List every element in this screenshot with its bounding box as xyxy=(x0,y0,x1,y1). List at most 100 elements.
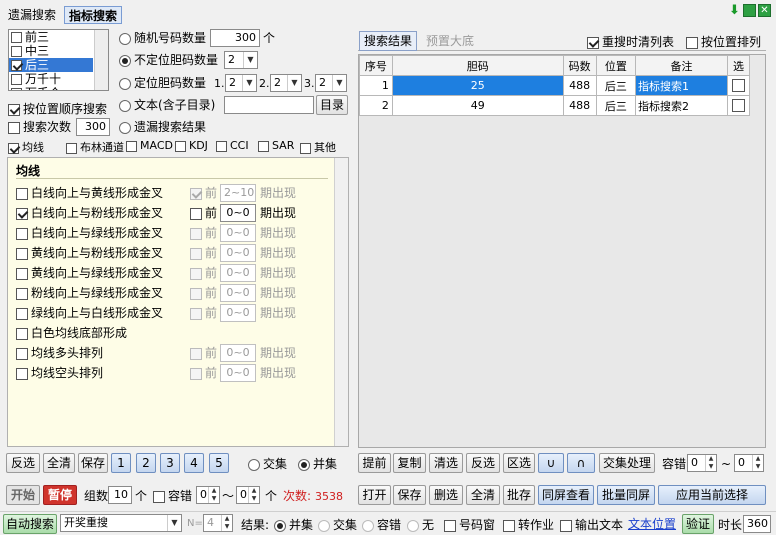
period-range-input[interactable]: 0~0 xyxy=(220,364,256,382)
period-range-input[interactable]: 0~0 xyxy=(220,204,256,222)
result-action-button[interactable]: ∩ xyxy=(567,453,595,473)
close-icon[interactable]: ✕ xyxy=(758,4,771,17)
checkbox-icon[interactable] xyxy=(66,142,77,154)
column-header[interactable]: 序号 xyxy=(359,55,393,76)
result-mode-radio[interactable]: 无 xyxy=(407,517,434,533)
tolerance-from-stepper[interactable]: 0 ▲ ▼ xyxy=(196,486,220,504)
radio-icon[interactable] xyxy=(274,519,286,532)
left-action-button[interactable]: 全清 xyxy=(43,453,75,473)
result-action-button[interactable]: 清选 xyxy=(429,453,463,473)
ma-condition-row[interactable]: 绿线向上与白线形成金叉 xyxy=(16,304,163,322)
union-radio[interactable]: 并集 xyxy=(298,456,337,472)
result-action-button[interactable]: 区选 xyxy=(503,453,535,473)
position-list-item[interactable]: 万千十 xyxy=(9,72,93,86)
before-checkbox[interactable]: 前 xyxy=(190,245,217,261)
pause-button[interactable]: 暂停 xyxy=(43,485,77,505)
result-action-button[interactable]: 全清 xyxy=(466,485,500,505)
ma-condition-row[interactable]: 白色均线底部形成 xyxy=(16,324,127,342)
list-scrollbar[interactable] xyxy=(94,30,108,90)
result-mode-radio[interactable]: 并集 xyxy=(274,517,313,533)
left-action-button[interactable]: 反选 xyxy=(6,453,40,473)
result-action-button[interactable]: 交集处理 xyxy=(599,453,655,473)
before-checkbox[interactable]: 前 xyxy=(190,225,217,241)
result-mode-radio[interactable]: 容错 xyxy=(362,517,401,533)
before-checkbox[interactable]: 前 xyxy=(190,205,217,221)
column-header[interactable]: 胆码 xyxy=(391,55,564,76)
checkbox-icon[interactable] xyxy=(16,207,28,220)
checkbox-icon[interactable] xyxy=(11,74,22,85)
fixed-count-select[interactable]: 2 ▼ xyxy=(270,74,302,92)
n-stepper[interactable]: 4 ▲ ▼ xyxy=(203,514,233,532)
search-times-checkbox[interactable]: 搜索次数 xyxy=(8,119,71,135)
indicator-tab[interactable]: 布林通道 xyxy=(66,139,124,155)
result-action-button[interactable]: 保存 xyxy=(393,485,426,505)
tolerance-to-stepper[interactable]: 0 ▲ ▼ xyxy=(236,486,260,504)
option-fixed-count[interactable]: 定位胆码数量 xyxy=(119,75,206,91)
right-tolerance-to[interactable]: 0 ▲ ▼ xyxy=(734,454,764,472)
ma-condition-row[interactable]: 白线向上与黄线形成金叉 xyxy=(16,184,163,202)
before-checkbox[interactable]: 前 xyxy=(190,185,217,201)
period-range-input[interactable]: 0~0 xyxy=(220,264,256,282)
checkbox-icon[interactable] xyxy=(175,140,186,152)
table-row[interactable]: 1 25 488 后三 指标搜索1 xyxy=(359,75,750,96)
intersection-radio[interactable]: 交集 xyxy=(248,456,287,472)
checkbox-icon[interactable] xyxy=(190,347,202,360)
ma-condition-row[interactable]: 黄线向上与绿线形成金叉 xyxy=(16,264,163,282)
tab-missing-search[interactable]: 遗漏搜索 xyxy=(4,6,60,24)
checkbox-icon[interactable] xyxy=(16,347,28,360)
period-range-input[interactable]: 0~0 xyxy=(220,344,256,362)
preset-3-button[interactable]: 3 xyxy=(160,453,180,473)
result-mode-radio[interactable]: 交集 xyxy=(318,517,357,533)
random-count-input[interactable]: 300 xyxy=(210,29,260,47)
result-action-button[interactable]: 同屏查看 xyxy=(538,485,594,505)
radio-icon[interactable] xyxy=(318,519,330,532)
tab-indicator-search[interactable]: 指标搜索 xyxy=(64,6,123,24)
checkbox-icon[interactable] xyxy=(8,142,19,154)
fixed-count-select[interactable]: 2 ▼ xyxy=(225,74,257,92)
before-checkbox[interactable]: 前 xyxy=(190,265,217,281)
left-action-button[interactable]: 保存 xyxy=(78,453,108,473)
start-button[interactable]: 开始 xyxy=(6,485,40,505)
indicator-tab[interactable]: SAR xyxy=(258,139,294,152)
preset-4-button[interactable]: 4 xyxy=(184,453,204,473)
number-window-checkbox[interactable]: 号码窗 xyxy=(444,517,495,533)
before-checkbox[interactable]: 前 xyxy=(190,365,217,381)
checkbox-icon[interactable] xyxy=(732,79,746,93)
table-cell-select[interactable] xyxy=(727,95,750,116)
result-action-button[interactable]: 批量同屏 xyxy=(597,485,655,505)
checkbox-icon[interactable] xyxy=(11,88,22,90)
ma-condition-row[interactable]: 黄线向上与粉线形成金叉 xyxy=(16,244,163,262)
checkbox-icon[interactable] xyxy=(300,142,311,154)
mode-select[interactable]: 开奖重搜 ▼ xyxy=(60,514,182,532)
group-count-input[interactable]: 10 xyxy=(108,486,132,504)
checkbox-icon[interactable] xyxy=(190,187,202,200)
ma-condition-row[interactable]: 均线多头排列 xyxy=(16,344,103,362)
result-action-button[interactable]: 反选 xyxy=(466,453,500,473)
indicator-tab[interactable]: MACD xyxy=(126,139,173,152)
result-action-button[interactable]: 批存 xyxy=(503,485,535,505)
order-search-checkbox[interactable]: 按位置顺序搜索 xyxy=(8,101,107,117)
indicator-tab[interactable]: KDJ xyxy=(175,139,208,152)
checkbox-icon[interactable] xyxy=(190,307,202,320)
checkbox-icon[interactable] xyxy=(16,247,28,260)
tab-search-result[interactable]: 搜索结果 xyxy=(359,31,418,51)
output-text-checkbox[interactable]: 输出文本 xyxy=(560,517,623,533)
fixed-count-select[interactable]: 2 ▼ xyxy=(315,74,347,92)
preset-1-button[interactable]: 1 xyxy=(111,453,131,473)
result-action-button[interactable]: 复制 xyxy=(393,453,426,473)
to-homework-checkbox[interactable]: 转作业 xyxy=(503,517,554,533)
period-range-input[interactable]: 0~0 xyxy=(220,224,256,242)
position-list[interactable]: 前三中三后三万千十万千个 xyxy=(8,29,109,91)
checkbox-icon[interactable] xyxy=(190,227,202,240)
checkbox-icon[interactable] xyxy=(190,247,202,260)
right-tolerance-from[interactable]: 0 ▲ ▼ xyxy=(687,454,717,472)
option-random-count[interactable]: 随机号码数量 xyxy=(119,30,206,46)
table-row[interactable]: 2 49 488 后三 指标搜索2 xyxy=(359,95,750,116)
column-header[interactable]: 位置 xyxy=(595,55,637,76)
before-checkbox[interactable]: 前 xyxy=(190,345,217,361)
tolerance-checkbox[interactable]: 容错 xyxy=(153,488,192,504)
auto-search-button[interactable]: 自动搜索 xyxy=(3,514,57,534)
duration-input[interactable]: 360 xyxy=(743,515,771,533)
checkbox-icon[interactable] xyxy=(258,140,269,152)
result-action-button[interactable]: 应用当前选择 xyxy=(658,485,766,505)
